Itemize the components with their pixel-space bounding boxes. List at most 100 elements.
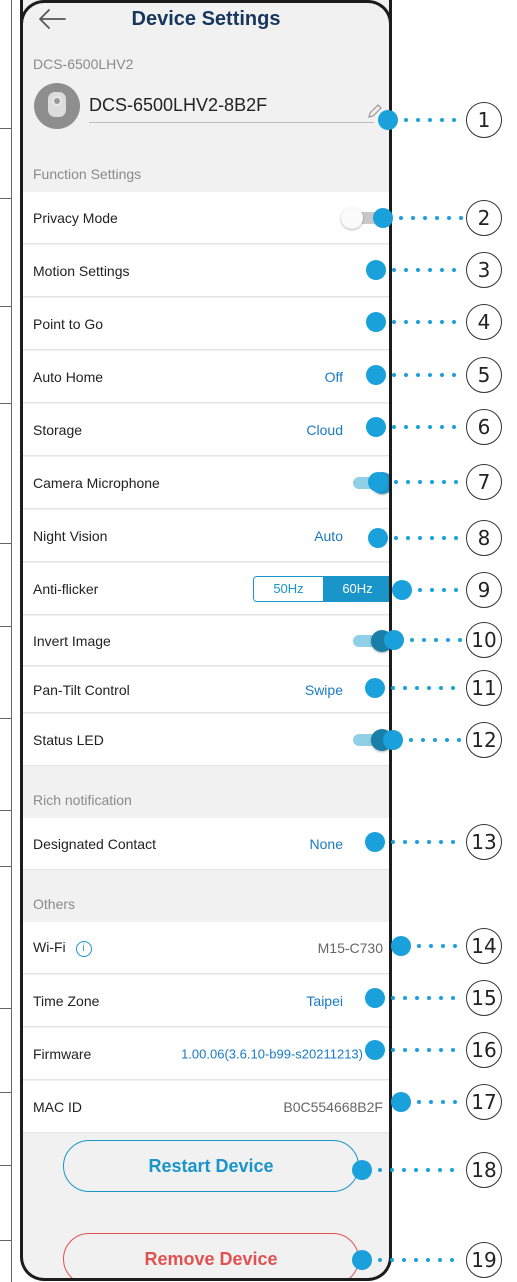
firmware-value: 1.00.06(3.6.10-b99-s20211213) [181, 1046, 363, 1061]
invert-image-row: Invert Image [23, 616, 389, 666]
motion-settings-label: Motion Settings [33, 262, 130, 279]
callout-dot [368, 472, 388, 492]
callout-leader-line [392, 425, 462, 429]
callout-leader-line [391, 996, 462, 1000]
anti-flicker-label: Anti-flicker [33, 580, 99, 597]
callout-dot [378, 110, 398, 130]
callout-dot [366, 260, 386, 280]
callout-dot [383, 730, 403, 750]
point-to-go-row[interactable]: Point to Go [23, 298, 389, 350]
device-name-field[interactable]: DCS-6500LHV2-8B2F [89, 95, 374, 123]
callout-leader-line [392, 373, 462, 377]
callout-number: 5 [466, 357, 502, 393]
wifi-label: Wi-Fi i [33, 939, 92, 957]
anti-flicker-50hz[interactable]: 50Hz [254, 576, 323, 601]
night-vision-row[interactable]: Night Vision Auto [23, 510, 389, 562]
auto-home-row[interactable]: Auto Home Off [23, 351, 389, 403]
device-model-label: DCS-6500LHV2 [33, 56, 134, 72]
callout-number: 16 [466, 1032, 502, 1068]
callout-number: 14 [466, 928, 502, 964]
time-zone-value: Taipei [306, 992, 343, 1009]
auto-home-label: Auto Home [33, 368, 104, 385]
callout-number: 2 [466, 200, 502, 236]
header-bar: Device Settings [23, 0, 389, 44]
wifi-label-text: Wi-Fi [33, 938, 66, 955]
invert-image-label: Invert Image [33, 632, 111, 649]
callout-dot [391, 936, 411, 956]
callout-dot [392, 580, 412, 600]
firmware-row[interactable]: Firmware 1.00.06(3.6.10-b99-s20211213) [23, 1028, 389, 1080]
point-to-go-label: Point to Go [33, 315, 104, 332]
callout-number: 19 [466, 1242, 502, 1278]
callout-dot [352, 1160, 372, 1180]
callout-number: 15 [466, 980, 502, 1016]
section-others: Others [33, 896, 76, 912]
device-name-row[interactable]: DCS-6500LHV2-8B2F [23, 78, 389, 142]
callout-leader-line [394, 480, 462, 484]
callout-leader-line [399, 216, 463, 220]
remove-device-button[interactable]: Remove Device [63, 1233, 359, 1278]
anti-flicker-row: Anti-flicker 50Hz 60Hz [23, 563, 389, 615]
callout-number: 13 [466, 824, 502, 860]
camera-icon [34, 83, 80, 129]
callout-number: 8 [466, 520, 502, 556]
callout-dot [365, 1040, 385, 1060]
info-icon[interactable]: i [75, 940, 92, 957]
mac-id-row: MAC ID B0C554668B2F [23, 1081, 389, 1133]
callout-leader-line [417, 1100, 462, 1104]
callout-number: 10 [466, 622, 502, 658]
callout-leader-line [392, 320, 462, 324]
mac-id-label: MAC ID [33, 1098, 82, 1115]
callout-leader-line [378, 1168, 462, 1172]
restart-device-button[interactable]: Restart Device [63, 1140, 359, 1192]
night-vision-label: Night Vision [33, 527, 108, 544]
privacy-mode-label: Privacy Mode [33, 209, 118, 226]
camera-microphone-row: Camera Microphone [23, 457, 389, 509]
callout-number: 3 [466, 252, 502, 288]
motion-settings-row[interactable]: Motion Settings [23, 245, 389, 297]
section-rich-notification: Rich notification [33, 792, 132, 808]
callout-number: 18 [466, 1152, 502, 1188]
callout-number: 6 [466, 409, 502, 445]
status-led-row: Status LED [23, 714, 389, 766]
callout-leader-line [391, 840, 462, 844]
pan-tilt-row[interactable]: Pan-Tilt Control Swipe [23, 667, 389, 713]
anti-flicker-segmented-control[interactable]: 50Hz 60Hz [253, 575, 389, 602]
auto-home-value: Off [324, 368, 343, 385]
callout-leader-line [417, 944, 462, 948]
callout-number: 4 [466, 304, 502, 340]
callout-number: 9 [466, 572, 502, 608]
callout-number: 1 [466, 102, 502, 138]
status-led-label: Status LED [33, 731, 104, 748]
wifi-value: M15-C730 [317, 939, 383, 956]
callout-dot [365, 832, 385, 852]
time-zone-row[interactable]: Time Zone Taipei [23, 975, 389, 1027]
phone-screen: Device Settings DCS-6500LHV2 DCS-6500LHV… [20, 0, 392, 1281]
callout-leader-line [404, 118, 462, 122]
callout-leader-line [391, 686, 462, 690]
anti-flicker-60hz[interactable]: 60Hz [323, 576, 389, 601]
designated-contact-label: Designated Contact [33, 835, 156, 852]
section-function-settings: Function Settings [33, 166, 142, 182]
callout-dot [366, 312, 386, 332]
callout-dot [368, 528, 388, 548]
callout-number: 7 [466, 464, 502, 500]
callout-leader-line [378, 1258, 462, 1262]
callout-leader-line [391, 1048, 462, 1052]
pan-tilt-label: Pan-Tilt Control [33, 681, 130, 698]
callout-dot [384, 630, 404, 650]
camera-microphone-label: Camera Microphone [33, 474, 160, 491]
storage-row[interactable]: Storage Cloud [23, 404, 389, 456]
time-zone-label: Time Zone [33, 992, 100, 1009]
callout-dot [366, 417, 386, 437]
callout-leader-line [418, 588, 462, 592]
callout-leader-line [409, 738, 462, 742]
night-vision-value: Auto [314, 527, 343, 544]
pan-tilt-value: Swipe [304, 681, 343, 698]
callout-leader-line [392, 268, 462, 272]
firmware-label: Firmware [33, 1045, 92, 1062]
callout-number: 17 [466, 1084, 502, 1120]
designated-contact-row[interactable]: Designated Contact None [23, 818, 389, 870]
callout-number: 11 [466, 670, 502, 706]
callout-dot [373, 208, 393, 228]
